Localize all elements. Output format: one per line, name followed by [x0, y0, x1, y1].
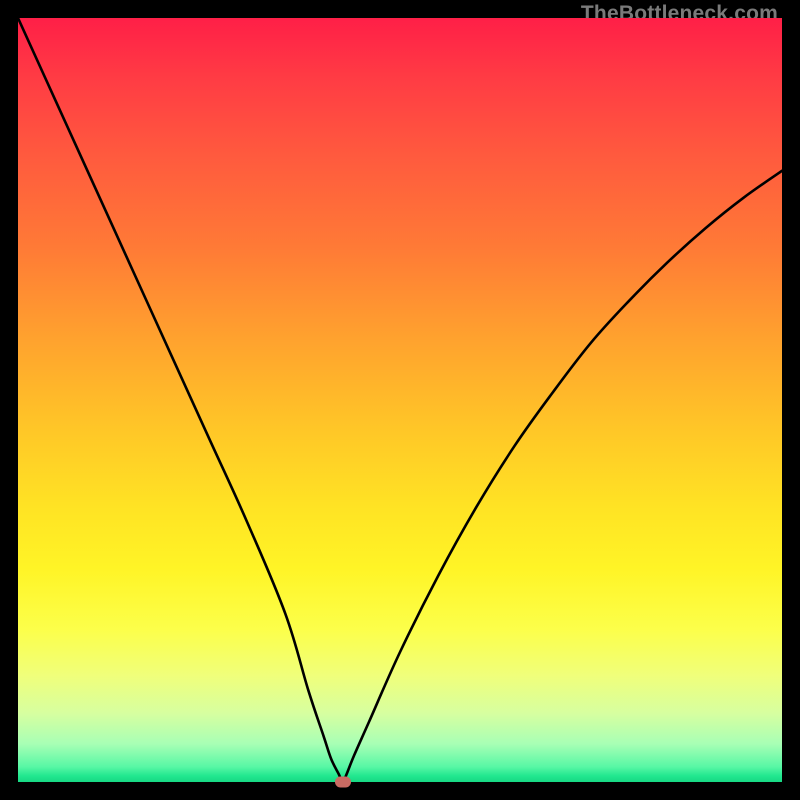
optimal-marker: [335, 777, 351, 788]
plot-area: [18, 18, 782, 782]
bottleneck-curve: [18, 18, 782, 782]
chart-frame: TheBottleneck.com: [0, 0, 800, 800]
